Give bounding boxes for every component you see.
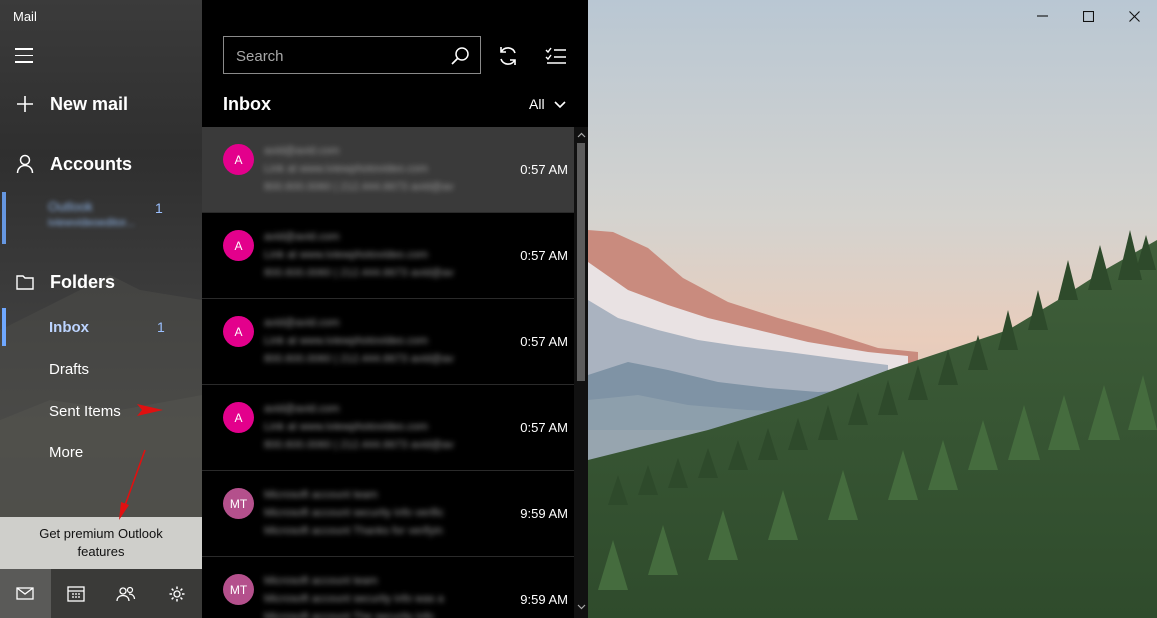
message-list-scrollbar[interactable] (574, 127, 588, 618)
message-item[interactable]: A avid@avid.com Link at www.iviewphotovi… (202, 299, 574, 385)
message-preview: 800.600.0060 | 212.444.6673 avid@av (264, 267, 454, 279)
account-name: Outlook (48, 199, 93, 214)
message-preview-blurred: avid@avid.com Link at www.iviewphotovide… (264, 228, 520, 282)
account-selection-bar (2, 192, 6, 244)
minimize-icon[interactable] (1019, 0, 1065, 32)
message-item[interactable]: A avid@avid.com Link at www.iviewphotovi… (202, 213, 574, 299)
folder-inbox[interactable]: Inbox (49, 319, 89, 336)
reading-pane (588, 0, 1157, 618)
mountain-forest-wallpaper (588, 0, 1157, 618)
folder-icon (14, 271, 36, 293)
plus-icon (14, 93, 36, 115)
sender-avatar: MT (223, 488, 254, 519)
message-sender: avid@avid.com (264, 403, 340, 415)
settings-icon[interactable] (152, 569, 203, 618)
folder-drafts[interactable]: Drafts (49, 361, 89, 378)
sender-avatar: A (223, 230, 254, 261)
message-subject: Microsoft account security info was a (264, 593, 444, 605)
filter-label: All (529, 96, 545, 112)
premium-outlook-promo[interactable]: Get premium Outlook features (0, 517, 202, 569)
folders-heading[interactable]: Folders (14, 271, 115, 293)
sender-avatar: A (223, 144, 254, 175)
accounts-label: Accounts (50, 153, 133, 174)
message-preview: 800.600.0060 | 212.444.6673 avid@av (264, 353, 454, 365)
message-sender: Microsoft account team (264, 489, 378, 501)
message-subject: Link at www.iviewphotovideo.com (264, 335, 428, 347)
message-time: 0:57 AM (520, 248, 568, 263)
message-preview: 800.600.0060 | 212.444.6673 avid@av (264, 439, 454, 451)
message-preview-blurred: avid@avid.com Link at www.iviewphotovide… (264, 400, 520, 454)
folder-title: Inbox (223, 94, 271, 114)
message-time: 0:57 AM (520, 162, 568, 177)
message-preview-blurred: Microsoft account team Microsoft account… (264, 572, 520, 618)
promo-text: Get premium Outlook features (39, 526, 163, 559)
message-preview-blurred: avid@avid.com Link at www.iviewphotovide… (264, 314, 520, 368)
people-icon[interactable] (101, 569, 152, 618)
close-icon[interactable] (1111, 0, 1157, 32)
message-preview-blurred: avid@avid.com Link at www.iviewphotovide… (264, 142, 520, 196)
message-time: 9:59 AM (520, 506, 568, 521)
message-item[interactable]: MT Microsoft account team Microsoft acco… (202, 557, 574, 618)
new-mail-label: New mail (50, 93, 129, 114)
folder-more[interactable]: More (49, 444, 83, 461)
message-item[interactable]: A avid@avid.com Link at www.iviewphotovi… (202, 385, 574, 471)
message-list: A avid@avid.com Link at www.iviewphotovi… (202, 127, 574, 618)
sync-icon[interactable] (493, 41, 523, 71)
sender-avatar: MT (223, 574, 254, 605)
message-preview-blurred: Microsoft account team Microsoft account… (264, 486, 520, 540)
sender-avatar: A (223, 316, 254, 347)
message-sender: avid@avid.com (264, 145, 340, 157)
chevron-down-icon (553, 96, 566, 112)
mail-icon[interactable] (0, 569, 51, 618)
accounts-heading[interactable]: Accounts (14, 153, 132, 175)
message-preview: Microsoft account The security info (264, 611, 434, 618)
message-preview: 800.600.0060 | 212.444.6673 avid@av (264, 181, 454, 193)
person-icon (14, 153, 36, 175)
message-item[interactable]: MT Microsoft account team Microsoft acco… (202, 471, 574, 557)
hamburger-menu-icon[interactable] (15, 48, 35, 64)
scroll-up-icon[interactable] (576, 130, 586, 140)
inbox-unread-count: 1 (157, 319, 165, 335)
message-time: 9:59 AM (520, 592, 568, 607)
account-unread-count: 1 (155, 200, 163, 216)
folder-sent-items[interactable]: Sent Items (49, 403, 121, 420)
calendar-icon[interactable] (51, 569, 102, 618)
account-email: iviewvideoeditor... (48, 217, 135, 229)
message-preview: Microsoft account Thanks for verifyin (264, 525, 443, 537)
new-mail-button[interactable]: New mail (14, 93, 128, 115)
message-item[interactable]: A avid@avid.com Link at www.iviewphotovi… (202, 127, 574, 213)
search-icon[interactable] (450, 46, 470, 71)
message-time: 0:57 AM (520, 334, 568, 349)
scrollbar-thumb[interactable] (577, 143, 585, 381)
maximize-icon[interactable] (1065, 0, 1111, 32)
message-subject: Link at www.iviewphotovideo.com (264, 421, 428, 433)
message-sender: Microsoft account team (264, 575, 378, 587)
message-time: 0:57 AM (520, 420, 568, 435)
selection-mode-icon[interactable] (541, 41, 571, 71)
navigation-pane: Mail New mail Accounts Outlook iviewvide… (0, 0, 202, 618)
message-subject: Microsoft account security info verific (264, 507, 444, 519)
app-title: Mail (13, 9, 37, 24)
filter-dropdown[interactable]: All (529, 96, 566, 112)
message-subject: Link at www.iviewphotovideo.com (264, 163, 428, 175)
message-list-pane: Inbox All A avid@avid.com Link at www.iv… (202, 0, 588, 618)
window-controls (1019, 0, 1157, 32)
sender-avatar: A (223, 402, 254, 433)
message-subject: Link at www.iviewphotovideo.com (264, 249, 428, 261)
inbox-selection-bar (2, 308, 6, 346)
folders-label: Folders (50, 271, 116, 292)
search-box[interactable] (223, 36, 481, 74)
app-switcher-bar (0, 569, 202, 618)
account-item[interactable]: Outlook iviewvideoeditor... (48, 199, 166, 235)
message-sender: avid@avid.com (264, 317, 340, 329)
search-input[interactable] (234, 45, 448, 67)
message-sender: avid@avid.com (264, 231, 340, 243)
scroll-down-icon[interactable] (576, 602, 586, 612)
